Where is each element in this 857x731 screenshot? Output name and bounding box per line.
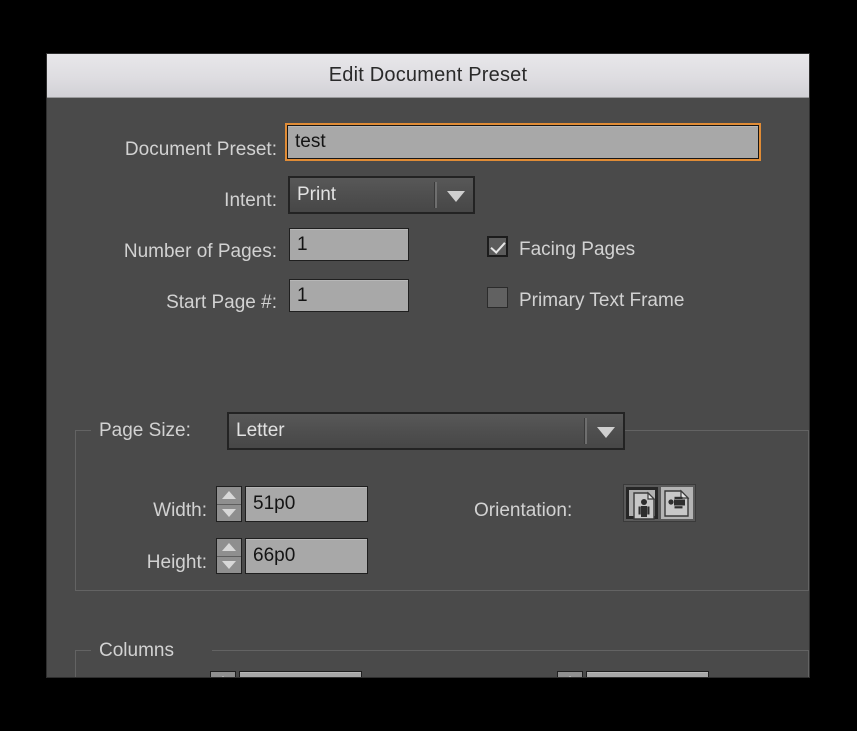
- width-stepper-up-icon[interactable]: [217, 487, 241, 505]
- columns-group-border-left: [75, 650, 76, 677]
- chevron-down-icon: [597, 427, 615, 438]
- start-page-input[interactable]: 1: [289, 279, 409, 312]
- portrait-orientation-button[interactable]: [626, 487, 658, 520]
- dialog-title: Edit Document Preset: [328, 64, 528, 86]
- number-of-pages-label: Number of Pages:: [123, 241, 277, 262]
- intent-label: Intent:: [224, 190, 277, 211]
- dialog-titlebar: Edit Document Preset: [47, 54, 809, 98]
- page-size-group-border-bottom: [75, 590, 809, 591]
- columns-group-title: Columns: [93, 641, 180, 660]
- primary-text-frame-label[interactable]: Primary Text Frame: [519, 291, 684, 310]
- height-label: Height:: [146, 552, 207, 573]
- page-size-group-border-top-left: [75, 430, 91, 431]
- columns-number-input[interactable]: 1: [239, 671, 362, 677]
- columns-group-border-right: [808, 650, 809, 677]
- width-stepper[interactable]: [216, 486, 242, 522]
- orientation-button-group: [623, 484, 696, 522]
- width-input[interactable]: 51p0: [245, 486, 368, 522]
- document-preset-input[interactable]: test: [285, 123, 761, 161]
- intent-select[interactable]: Print: [288, 176, 475, 214]
- portrait-orientation-icon: [633, 491, 656, 520]
- intent-separator: [434, 182, 437, 208]
- columns-group-border-top-left: [75, 650, 91, 651]
- height-stepper-down-icon[interactable]: [217, 556, 241, 573]
- landscape-orientation-icon: [664, 489, 690, 517]
- facing-pages-checkbox[interactable]: [487, 236, 508, 257]
- height-stepper-up-icon[interactable]: [217, 539, 241, 557]
- page-size-separator: [584, 418, 587, 444]
- edit-document-preset-dialog: Edit Document Preset Document Preset: te…: [46, 53, 810, 678]
- primary-text-frame-checkbox[interactable]: [487, 287, 508, 308]
- page-size-group-border-top-right: [625, 430, 809, 431]
- landscape-orientation-button[interactable]: [661, 487, 693, 519]
- columns-number-stepper-up-icon[interactable]: [211, 672, 235, 677]
- gutter-input[interactable]: 1p0: [586, 671, 709, 677]
- page-size-group-border-right: [808, 430, 809, 590]
- page-size-preset-select[interactable]: Letter: [227, 412, 625, 450]
- document-preset-label: Document Preset:: [124, 139, 277, 160]
- width-label: Width:: [153, 500, 207, 521]
- height-input[interactable]: 66p0: [245, 538, 368, 574]
- facing-pages-label[interactable]: Facing Pages: [519, 240, 635, 259]
- gutter-stepper-up-icon[interactable]: [558, 672, 582, 677]
- intent-selected-value: Print: [297, 184, 337, 205]
- dialog-body: Document Preset: test Intent: Print Numb…: [47, 98, 809, 677]
- height-stepper[interactable]: [216, 538, 242, 574]
- start-page-label: Start Page #:: [166, 292, 277, 313]
- width-stepper-down-icon[interactable]: [217, 504, 241, 521]
- orientation-label: Orientation:: [474, 500, 573, 521]
- chevron-down-icon: [447, 191, 465, 202]
- page-size-selected-value: Letter: [236, 420, 285, 441]
- gutter-stepper[interactable]: [557, 671, 583, 677]
- columns-group-border-top-right: [212, 650, 809, 651]
- columns-number-stepper[interactable]: [210, 671, 236, 677]
- number-of-pages-input[interactable]: 1: [289, 228, 409, 261]
- page-size-group-title: Page Size:: [93, 421, 197, 440]
